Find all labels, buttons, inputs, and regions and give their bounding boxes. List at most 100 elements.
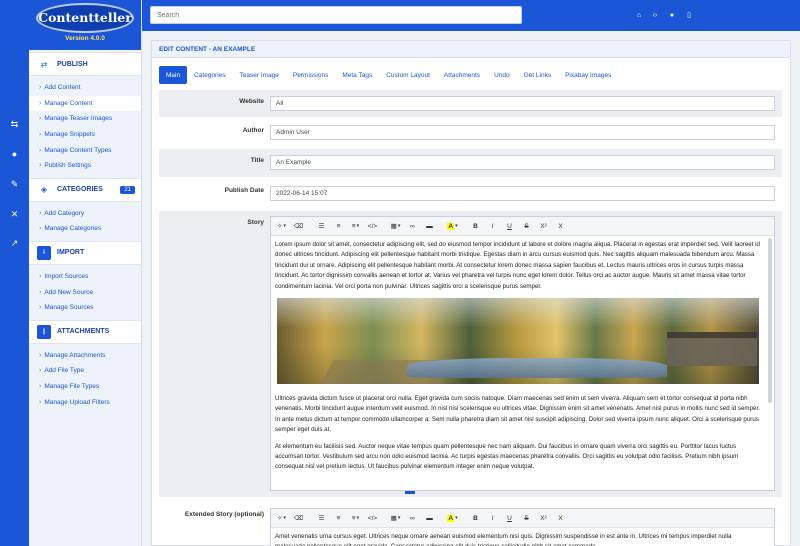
sidebar-item-manage-content[interactable]: › Manage Content [29, 95, 141, 112]
external-link-icon[interactable]: ↗ [0, 229, 29, 257]
bullet-list-icon[interactable]: ☰ [314, 220, 329, 233]
sidebar-item-manage-content-types[interactable]: › Manage Content Types [29, 142, 141, 158]
tab-teaser-image[interactable]: Teaser Image [233, 66, 286, 84]
tools-icon[interactable]: ✕ [0, 200, 29, 228]
sidebar-item-manage-file-types[interactable]: › Manage File Types [29, 379, 141, 395]
window-icon[interactable]: ▯ [683, 8, 695, 22]
align-icon[interactable]: ≡ ▾ [348, 512, 363, 525]
table-icon[interactable]: ▦ ▾ [388, 512, 403, 525]
magic-wand-icon[interactable]: ✧ ▾ [274, 512, 289, 525]
align-icon[interactable]: ≡ ▾ [348, 220, 363, 233]
italic-button[interactable]: I [485, 512, 500, 525]
story-content[interactable]: Lorem ipsum dolor sit amet, consectetur … [271, 236, 774, 489]
highlight-color-button[interactable]: A ▾ [445, 512, 460, 525]
chevron-right-icon: › [39, 304, 42, 312]
bullet-list-icon[interactable]: ☰ [314, 512, 329, 525]
sidebar-item-manage-attachments[interactable]: › Manage Attachments [29, 348, 141, 364]
categories-count-badge: 21 [120, 185, 135, 194]
tab-pixabay-images[interactable]: Pixabay Images [558, 66, 618, 84]
media-icon[interactable]: ▬ [422, 512, 437, 525]
extended-story-content[interactable]: Amet venenatis urna cursus eget. Ultrice… [271, 528, 774, 546]
superscript-button[interactable]: X² [536, 512, 551, 525]
bold-button[interactable]: B [468, 220, 483, 233]
sidebar-item-add-content[interactable]: › Add Content [29, 80, 141, 96]
story-paragraph: At elementum eu facilisis sed. Auctor ne… [275, 442, 739, 471]
link-icon[interactable]: ∞ [405, 512, 420, 525]
font-color-label: A [447, 514, 455, 522]
extended-story-editor[interactable]: ✧ ▾ ⌫ ☰ ≡ ≡ ▾ </> ▦ ▾ ∞ ▬ A ▾ B I U S X² X [270, 508, 775, 546]
sidebar-section-attachments[interactable]: ∥ ATTACHMENTS [29, 319, 141, 344]
chevron-right-icon: › [39, 146, 42, 154]
story-editor[interactable]: ✧ ▾ ⌫ ☰ ≡ ≡ ▾ </> ▦ ▾ ∞ ▬ A ▾ B I U S X² X [270, 216, 775, 491]
code-view-icon[interactable]: </> [365, 512, 380, 525]
sidebar-item-label: Manage Categories [44, 225, 102, 233]
eraser-icon[interactable]: ⌫ [291, 220, 306, 233]
user-icon[interactable]: ● [0, 140, 29, 168]
clear-format-button[interactable]: X [553, 220, 568, 233]
user-icon[interactable]: ● [666, 8, 678, 22]
sidebar-section-import[interactable]: ⇩ IMPORT [29, 240, 141, 265]
sidebar-section-publish[interactable]: ⇄ PUBLISH [29, 52, 141, 76]
tab-meta-tags[interactable]: Meta Tags [335, 66, 379, 84]
title-label: Title [250, 157, 264, 164]
italic-button[interactable]: I [485, 220, 500, 233]
underline-button[interactable]: U [502, 220, 517, 233]
sidebar-item-manage-snippets[interactable]: › Manage Snippets [29, 127, 141, 143]
tab-get-links[interactable]: Get Links [517, 66, 558, 84]
sidebar-item-publish-settings[interactable]: › Publish Settings [29, 158, 141, 174]
underline-button[interactable]: U [502, 512, 517, 525]
sidebar-item-add-file-type[interactable]: › Add File Type [29, 363, 141, 379]
section-title: PUBLISH [57, 60, 88, 68]
highlight-color-button[interactable]: A ▾ [445, 220, 460, 233]
sidebar-item-manage-sources[interactable]: › Manage Sources [29, 300, 141, 316]
icon-rail: ⇆ ● ✎ ✕ ↗ [0, 0, 29, 546]
media-icon[interactable]: ▬ [422, 220, 437, 233]
tab-attachments[interactable]: Attachments [437, 66, 487, 84]
search-input[interactable] [150, 6, 522, 24]
superscript-button[interactable]: X² [536, 220, 551, 233]
story-image[interactable] [277, 298, 759, 385]
eraser-icon[interactable]: ⌫ [291, 512, 306, 525]
chevron-right-icon: › [39, 225, 42, 233]
website-select[interactable]: All [270, 96, 775, 111]
tab-undo[interactable]: Undo [487, 66, 517, 84]
editor-scrollbar[interactable] [768, 238, 772, 403]
numbered-list-icon[interactable]: ≡ [331, 220, 346, 233]
brand: Contentteller Version 4.0.0 [29, 0, 141, 50]
strikethrough-button[interactable]: S [519, 512, 534, 525]
code-view-icon[interactable]: </> [365, 220, 380, 233]
tab-categories[interactable]: Categories [187, 66, 232, 84]
sidebar-item-import-sources[interactable]: › Import Sources [29, 269, 141, 285]
title-input[interactable]: An Example [270, 155, 775, 170]
link-icon[interactable]: ∞ [405, 220, 420, 233]
sidebar-item-manage-upload-filters[interactable]: › Manage Upload Filters [29, 394, 141, 410]
magic-wand-icon[interactable]: ✧ ▾ [274, 220, 289, 233]
author-label: Author [242, 127, 264, 134]
bold-button[interactable]: B [468, 512, 483, 525]
clear-format-button[interactable]: X [553, 512, 568, 525]
editor-resize-handle[interactable] [405, 491, 415, 494]
sidebar-item-label: Manage File Types [44, 383, 100, 391]
font-color-label: A [447, 222, 455, 230]
table-icon[interactable]: ▦ ▾ [388, 220, 403, 233]
sidebar-item-add-new-source[interactable]: › Add New Source [29, 284, 141, 300]
tab-custom-layout[interactable]: Custom Layout [379, 66, 437, 84]
tab-main[interactable]: Main [159, 66, 188, 84]
strikethrough-button[interactable]: S [519, 220, 534, 233]
publish-date-input[interactable]: 2022-06-14 15:07 [270, 186, 775, 201]
publish-icon[interactable]: ⇆ [0, 110, 29, 138]
sidebar-section-categories[interactable]: ◈ CATEGORIES 21 [29, 177, 141, 202]
code-icon[interactable]: ‹› [649, 8, 661, 22]
logo[interactable]: Contentteller [36, 3, 134, 33]
home-icon[interactable]: ⌂ [633, 8, 645, 22]
chevron-right-icon: › [39, 398, 42, 406]
tab-permissions[interactable]: Permissions [286, 66, 335, 84]
chevron-right-icon: › [39, 209, 42, 217]
sidebar-item-add-category[interactable]: › Add Category [29, 206, 141, 222]
sidebar-item-manage-categories[interactable]: › Manage Categories [29, 221, 141, 237]
sidebar-item-manage-teaser-images[interactable]: › Manage Teaser Images [29, 111, 141, 127]
edit-icon[interactable]: ✎ [0, 170, 29, 198]
chevron-right-icon: › [39, 288, 42, 296]
numbered-list-icon[interactable]: ≡ [331, 512, 346, 525]
author-select[interactable]: Admin User [270, 125, 775, 140]
